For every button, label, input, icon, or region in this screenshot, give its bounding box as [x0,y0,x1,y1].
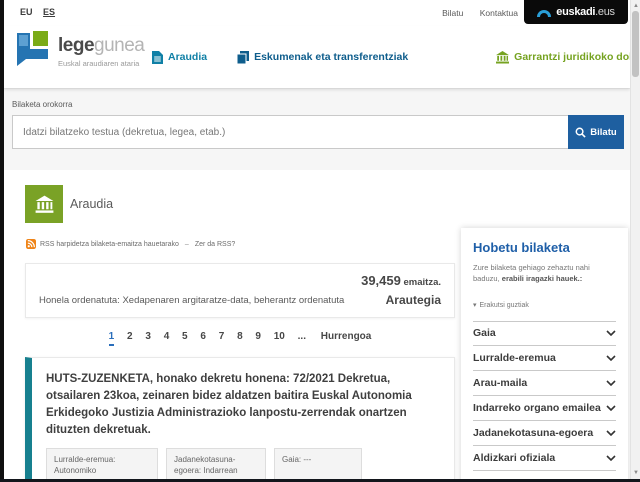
page-3[interactable]: 3 [145,331,151,344]
nav-eskumenak[interactable]: Eskumenak eta transferentziak [237,50,409,64]
bank-icon [35,195,53,213]
tag-jadanekotasuna: Jadanekotasuna-egoera: Indarrean [166,448,266,482]
nav-dokumentazioa-label: Garrantzi juridikoko dokumentazioa [514,51,640,63]
top-links: Bilatu Kontaktua [428,8,518,18]
next-page-link[interactable]: Hurrengoa [321,331,372,344]
legegunea-logo[interactable]: legegunea Euskal araudiaren ataria [14,29,145,68]
chevron-down-icon [606,404,616,411]
chevron-down-icon [606,330,616,336]
rss-icon [26,239,36,249]
section-icon-tile[interactable] [25,185,63,223]
nav-eskumenak-label: Eskumenak eta transferentziak [254,51,409,63]
logo-word-bold: lege [58,35,95,56]
results-count: 39,459 [361,273,401,288]
page: EU ES Bilatu Kontaktua euskadi.eus legeg… [0,0,640,482]
pagination: 1 2 3 4 5 6 7 8 9 10 ... Hurrengoa [25,331,455,346]
rss-separator: – [184,240,189,248]
bank-icon [496,50,510,64]
page-title: Araudia [70,197,114,211]
top-search-link[interactable]: Bilatu [442,8,463,18]
top-contact-link[interactable]: Kontaktua [480,8,518,18]
euskadi-logo-text: euskadi [556,6,596,18]
logo-tagline: Euskal araudiaren ataria [58,59,140,68]
tag-lurralde-eremua: Lurralde-eremua: Autonomiko [46,448,158,482]
lang-eu-link[interactable]: EU [20,7,33,17]
filter-gaia[interactable]: Gaia [473,320,616,346]
refine-search-sidebar: Hobetu bilaketa Zure bilaketa gehiago ze… [461,228,628,482]
document-icon [152,50,163,64]
scrollbar-down-arrow[interactable]: ▼ [631,468,640,478]
page-5[interactable]: 5 [182,331,188,344]
nav-araudia[interactable]: Araudia [152,50,208,64]
page-8[interactable]: 8 [237,331,243,344]
screen-edge-left [0,0,4,482]
sidebar-title: Hobetu bilaketa [473,240,570,255]
what-is-rss-link[interactable]: Zer da RSS? [195,241,235,248]
filter-list: Gaia Lurralde-eremua Arau-maila Indarrek… [473,320,616,471]
site-header: legegunea Euskal araudiaren ataria Araud… [4,26,640,88]
page-7[interactable]: 7 [219,331,225,344]
filter-lurralde-eremua[interactable]: Lurralde-eremua [473,346,616,371]
language-switcher: EU ES [12,7,55,17]
logo-word-light: gunea [94,35,145,56]
results-category: Arautegia [385,293,441,307]
filter-jadanekotasuna[interactable]: Jadanekotasuna-egoera [473,421,616,446]
sidebar-intro-bold: erabili iragazki hauek.: [501,274,583,284]
sort-order-text: Honela ordenatuta: Xedapenaren argitarat… [39,295,345,306]
rss-line: RSS harpidetza bilaketa-emaitza hauetara… [26,239,235,249]
filter-indarreko-organo[interactable]: Indarreko organo emailea [473,396,616,421]
copy-icon [237,50,250,64]
triangle-down-icon: ▾ [473,301,477,309]
filter-aldizkari-ofiziala[interactable]: Aldizkari ofiziala [473,446,616,471]
result-card: HUTS-ZUZENKETA, honako dekretu honena: 7… [25,357,455,482]
search-icon [575,127,586,138]
top-utility-bar: EU ES Bilatu Kontaktua euskadi.eus [4,0,630,26]
search-input[interactable] [12,115,568,149]
show-all-filters-link-top[interactable]: ▾ Erakutsi guztiak [473,301,616,309]
page-6[interactable]: 6 [200,331,206,344]
results-count-suffix: emaitza. [400,277,441,288]
rss-subscribe-link[interactable]: RSS harpidetza bilaketa-emaitza hauetara… [40,241,179,248]
search-section: Bilaketa orokorra Bilatu [4,88,630,170]
search-button-label: Bilatu [590,126,617,138]
page-4[interactable]: 4 [164,331,170,344]
search-label: Bilaketa orokorra [12,100,73,109]
legegunea-logo-icon [17,31,48,66]
chevron-down-icon [606,429,616,436]
nav-dokumentazioa[interactable]: Garrantzi juridikoko dokumentazioa [496,50,640,64]
page-2[interactable]: 2 [127,331,133,344]
euskadi-arc-icon [537,9,552,17]
chevron-down-icon [606,454,616,461]
scrollbar-thumb[interactable] [632,11,639,77]
page-10[interactable]: 10 [274,331,285,344]
scrollbar[interactable]: ▲ ▼ [630,0,640,482]
results-summary-card: Honela ordenatuta: Xedapenaren argitarat… [25,263,455,318]
nav-araudia-label: Araudia [168,51,208,63]
main-nav: Araudia Eskumenak eta transferentziak Ga… [152,26,640,88]
page-1[interactable]: 1 [108,331,115,346]
tag-gaia: Gaia: --- [274,448,362,482]
search-button[interactable]: Bilatu [568,115,624,149]
euskadi-logo-suffix: .eus [595,6,615,18]
result-title-link[interactable]: HUTS-ZUZENKETA, honako dekretu honena: 7… [46,371,438,439]
chevron-down-icon [606,354,616,361]
pagination-ellipsis: ... [297,331,306,342]
euskadi-logo[interactable]: euskadi.eus [524,0,628,24]
scrollbar-up-arrow[interactable]: ▲ [631,1,640,11]
lang-es-link[interactable]: ES [43,7,55,17]
chevron-down-icon [606,379,616,386]
filter-arau-maila[interactable]: Arau-maila [473,371,616,396]
page-9[interactable]: 9 [255,331,261,344]
